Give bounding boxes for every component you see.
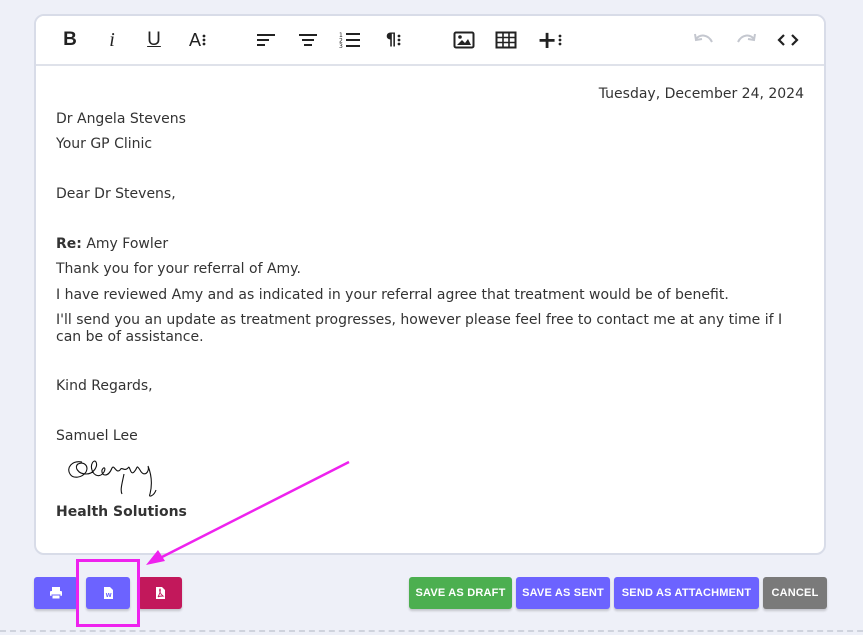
italic-button[interactable]: i: [99, 27, 125, 53]
code-view-button[interactable]: [775, 27, 801, 53]
paragraph-3: I'll send you an update as treatment pro…: [56, 312, 783, 345]
re-label: Re:: [56, 236, 82, 252]
bold-icon: B: [63, 29, 77, 50]
highlight-box: [76, 559, 140, 627]
ordered-list-icon: 123: [339, 32, 360, 49]
pdf-export-button[interactable]: [138, 577, 182, 609]
letter-date: Tuesday, December 24, 2024: [598, 86, 804, 102]
underline-button[interactable]: U: [141, 27, 167, 53]
bold-button[interactable]: B: [57, 27, 83, 53]
align-left-button[interactable]: [253, 27, 279, 53]
paragraph-2: I have reviewed Amy and as indicated in …: [56, 287, 729, 303]
align-left-icon: [257, 34, 275, 46]
underline-icon: U: [147, 29, 161, 50]
align-center-button[interactable]: [295, 27, 321, 53]
ordered-list-button[interactable]: 123: [337, 27, 363, 53]
paragraph-icon: ¶: [386, 30, 403, 50]
redo-icon: [737, 33, 756, 43]
print-icon: [50, 587, 62, 600]
cancel-button[interactable]: CANCEL: [763, 577, 827, 609]
letter-editor: B i U A 123 ¶ + Tuesday, December 24, 20…: [34, 14, 826, 555]
insert-table-button[interactable]: [493, 27, 519, 53]
editor-toolbar: B i U A 123 ¶ +: [36, 16, 824, 66]
re-value: Amy Fowler: [81, 236, 169, 252]
insert-more-button[interactable]: +: [535, 27, 565, 53]
table-icon: [495, 31, 517, 49]
insert-image-button[interactable]: [451, 27, 477, 53]
svg-text:3: 3: [339, 43, 343, 49]
italic-icon: i: [109, 28, 115, 51]
paragraph-1: Thank you for your referral of Amy.: [56, 261, 301, 277]
redo-button[interactable]: [733, 27, 759, 53]
align-center-icon: [299, 34, 317, 46]
undo-button[interactable]: [691, 27, 717, 53]
font-size-button[interactable]: A: [183, 27, 213, 53]
plus-icon: +: [537, 28, 563, 52]
letter-body[interactable]: Tuesday, December 24, 2024 Dr Angela Ste…: [56, 66, 804, 553]
image-icon: [453, 31, 475, 49]
save-as-draft-button[interactable]: SAVE AS DRAFT: [409, 577, 512, 609]
closing: Kind Regards,: [56, 378, 153, 394]
pdf-file-icon: [155, 587, 165, 599]
organization-name: Health Solutions: [56, 504, 187, 520]
divider: [0, 630, 863, 632]
recipient-name: Dr Angela Stevens: [56, 111, 186, 127]
recipient-org: Your GP Clinic: [56, 136, 153, 152]
signature-image: [68, 460, 157, 497]
save-as-sent-button[interactable]: SAVE AS SENT: [516, 577, 610, 609]
re-line: Re: Amy Fowler: [56, 236, 168, 253]
undo-icon: [694, 33, 713, 43]
print-button[interactable]: [34, 577, 78, 609]
salutation: Dear Dr Stevens,: [56, 186, 176, 202]
paragraph-format-button[interactable]: ¶: [379, 27, 409, 53]
font-size-icon: A: [189, 30, 207, 51]
code-icon: [777, 34, 799, 46]
send-as-attachment-button[interactable]: SEND AS ATTACHMENT: [614, 577, 759, 609]
signer-name: Samuel Lee: [56, 428, 138, 444]
